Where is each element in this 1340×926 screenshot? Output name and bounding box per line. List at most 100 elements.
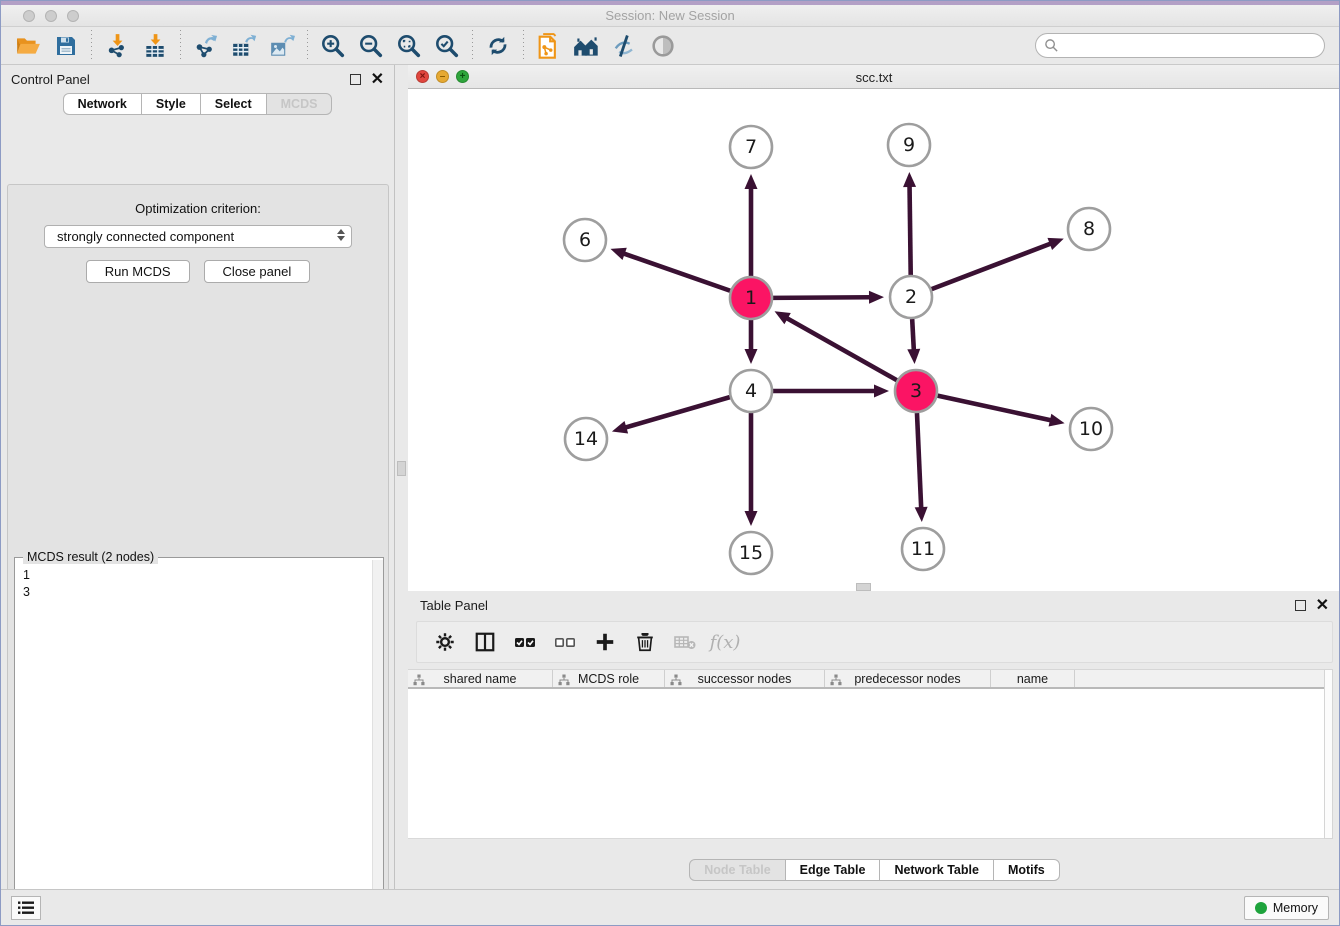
graph-node-4[interactable]: 4 — [730, 370, 772, 412]
zoom-fit-icon[interactable] — [390, 29, 428, 63]
select-stepper-icon — [337, 229, 345, 241]
svg-text:9: 9 — [903, 134, 915, 156]
show-graphics-details-icon[interactable] — [644, 29, 682, 63]
result-scrollbar[interactable] — [372, 560, 383, 926]
svg-text:14: 14 — [574, 428, 598, 450]
table-toolbar: f(x) — [416, 621, 1333, 663]
app-window: Session: New Session — [0, 0, 1340, 926]
optimization-criterion-label: Optimization criterion: — [8, 201, 388, 216]
svg-text:3: 3 — [910, 380, 922, 402]
memory-button[interactable]: Memory — [1244, 896, 1329, 920]
zoom-selected-icon[interactable] — [428, 29, 466, 63]
edge-1-6[interactable] — [610, 248, 730, 291]
app-title: Session: New Session — [1, 8, 1339, 23]
edge-3-11[interactable] — [915, 413, 928, 522]
edge-4-14[interactable] — [612, 397, 730, 433]
svg-text:4: 4 — [745, 380, 757, 402]
tab-node-table[interactable]: Node Table — [689, 859, 785, 881]
table-scrollbar[interactable] — [1324, 669, 1333, 839]
toolbar-separator — [180, 30, 181, 62]
panel-splitter-handle[interactable] — [397, 461, 406, 476]
add-row-icon[interactable] — [587, 624, 623, 660]
network-canvas[interactable]: 7 9 6 8 1 2 4 3 14 10 15 11 — [408, 89, 1340, 591]
graph-node-6[interactable]: 6 — [564, 219, 606, 261]
graph-node-11[interactable]: 11 — [902, 528, 944, 570]
edge-1-2[interactable] — [773, 291, 884, 304]
network-window-titlebar[interactable]: × – + scc.txt — [408, 65, 1340, 89]
table-panel: Table Panel ✕ — [408, 591, 1340, 891]
column-header-predecessor-nodes[interactable]: predecessor nodes — [825, 670, 991, 687]
float-table-panel-icon[interactable] — [1295, 600, 1306, 611]
graph-node-2[interactable]: 2 — [890, 276, 932, 318]
control-panel: Control Panel ✕ NetworkStyleSelectMCDS O… — [1, 65, 395, 891]
tab-select[interactable]: Select — [201, 93, 267, 115]
open-file-icon[interactable] — [9, 29, 47, 63]
tab-edge-table[interactable]: Edge Table — [786, 859, 881, 881]
refresh-icon[interactable] — [479, 29, 517, 63]
optimization-criterion-select[interactable]: strongly connected component — [44, 225, 352, 248]
show-columns-icon[interactable] — [467, 624, 503, 660]
search-input[interactable] — [1064, 39, 1324, 53]
memory-label: Memory — [1273, 901, 1318, 915]
table-empty-area — [408, 689, 1333, 839]
save-session-icon[interactable] — [47, 29, 85, 63]
import-table-icon[interactable] — [136, 29, 174, 63]
edge-2-8[interactable] — [932, 238, 1064, 289]
edge-3-10[interactable] — [937, 396, 1064, 427]
svg-text:7: 7 — [745, 136, 757, 158]
graph-node-10[interactable]: 10 — [1070, 408, 1112, 450]
graph-node-7[interactable]: 7 — [730, 126, 772, 168]
new-network-from-selection-icon[interactable] — [530, 29, 568, 63]
hide-selected-icon[interactable] — [606, 29, 644, 63]
function-builder-icon[interactable]: f(x) — [707, 624, 743, 660]
zoom-out-icon[interactable] — [352, 29, 390, 63]
graph-node-9[interactable]: 9 — [888, 124, 930, 166]
graph-node-1[interactable]: 1 — [730, 277, 772, 319]
column-header-name[interactable]: name — [991, 670, 1075, 687]
close-table-panel-icon[interactable]: ✕ — [1316, 600, 1329, 611]
control-panel-header: Control Panel ✕ — [1, 65, 394, 93]
column-header-shared-name[interactable]: shared name — [408, 670, 553, 687]
float-panel-icon[interactable] — [350, 74, 361, 85]
tab-network-table[interactable]: Network Table — [880, 859, 994, 881]
main-toolbar — [1, 27, 1339, 65]
zoom-in-icon[interactable] — [314, 29, 352, 63]
tab-motifs[interactable]: Motifs — [994, 859, 1060, 881]
clear-all-checkboxes-icon[interactable] — [547, 624, 583, 660]
canvas-splitter-handle[interactable] — [856, 583, 871, 591]
delete-column-icon[interactable] — [667, 624, 703, 660]
first-neighbors-icon[interactable] — [568, 29, 606, 63]
task-history-button[interactable] — [11, 896, 41, 920]
tab-style[interactable]: Style — [142, 93, 201, 115]
select-all-checkboxes-icon[interactable] — [507, 624, 543, 660]
graph-node-3[interactable]: 3 — [895, 370, 937, 412]
column-header-mcds-role[interactable]: MCDS role — [553, 670, 665, 687]
close-panel-icon[interactable]: ✕ — [371, 74, 384, 85]
edge-1-4[interactable] — [745, 320, 758, 364]
tab-network[interactable]: Network — [63, 93, 142, 115]
import-network-icon[interactable] — [98, 29, 136, 63]
edge-3-1[interactable] — [775, 311, 897, 380]
window-accent-strip — [1, 1, 1339, 5]
export-table-icon[interactable] — [225, 29, 263, 63]
graph-node-15[interactable]: 15 — [730, 532, 772, 574]
close-panel-button[interactable]: Close panel — [204, 260, 311, 283]
edge-1-7[interactable] — [745, 174, 758, 276]
edge-2-9[interactable] — [903, 172, 916, 275]
delete-row-icon[interactable] — [627, 624, 663, 660]
search-box[interactable] — [1035, 33, 1325, 58]
graph-node-8[interactable]: 8 — [1068, 208, 1110, 250]
graph-node-14[interactable]: 14 — [565, 418, 607, 460]
svg-text:8: 8 — [1083, 218, 1095, 240]
column-header-successor-nodes[interactable]: successor nodes — [665, 670, 825, 687]
settings-gear-icon[interactable] — [427, 624, 463, 660]
edge-4-15[interactable] — [745, 413, 758, 526]
export-network-icon[interactable] — [187, 29, 225, 63]
edge-2-3[interactable] — [907, 319, 920, 364]
network-view-window: × – + scc.txt 7 9 6 8 1 2 4 3 14 10 15 11 — [408, 65, 1340, 591]
edge-4-3[interactable] — [773, 385, 889, 398]
selected-criterion: strongly connected component — [57, 229, 234, 244]
tab-mcds[interactable]: MCDS — [267, 93, 333, 115]
run-mcds-button[interactable]: Run MCDS — [86, 260, 190, 283]
export-image-icon[interactable] — [263, 29, 301, 63]
